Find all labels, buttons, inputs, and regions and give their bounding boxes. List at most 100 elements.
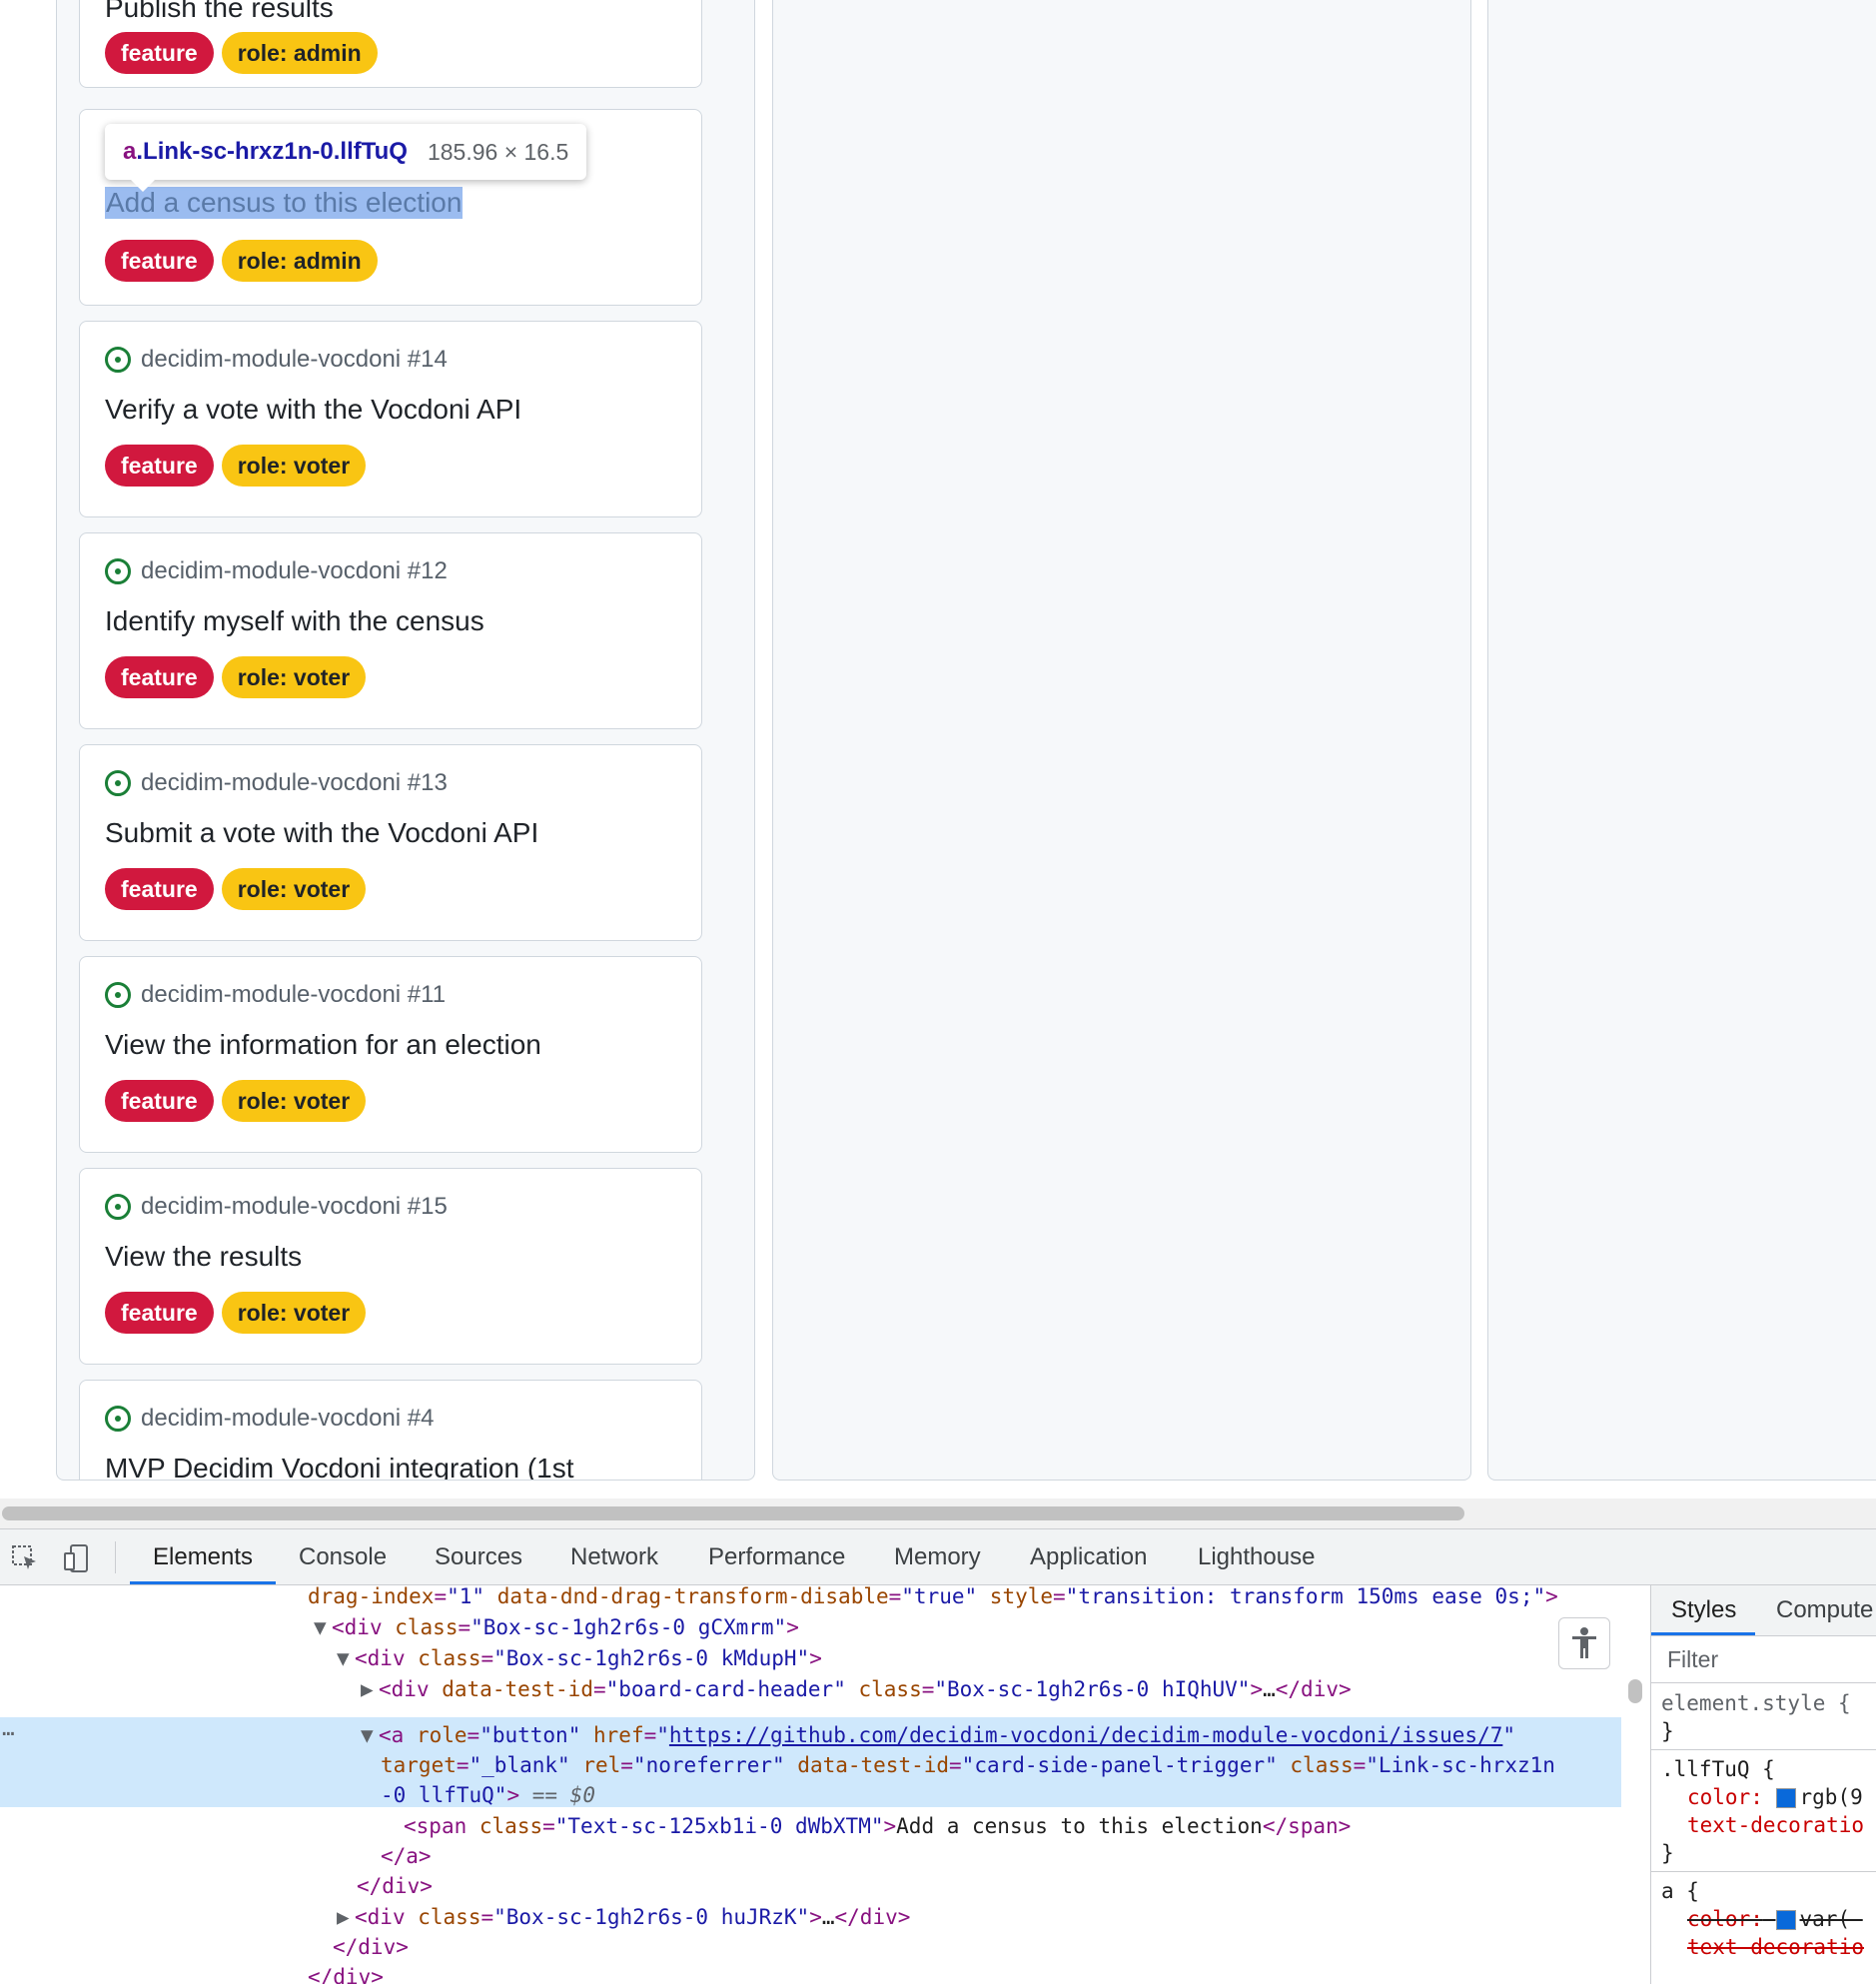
issue-opened-icon — [105, 1194, 131, 1220]
card-header: decidim-module-vocdoni #4 — [105, 1405, 434, 1433]
label-role[interactable]: role: voter — [221, 656, 367, 698]
dom-line[interactable]: ▶ <div data-test-id="board-card-header" c… — [361, 1674, 1352, 1704]
issue-card[interactable]: decidim-module-vocdoni #13 Submit a vote… — [79, 744, 702, 941]
tab-console[interactable]: Console — [299, 1529, 387, 1584]
styles-filter-input[interactable]: Filter — [1651, 1635, 1876, 1683]
style-declaration[interactable]: text-decoratio — [1687, 1811, 1864, 1839]
rule-selector[interactable]: .llfTuQ { — [1661, 1755, 1775, 1783]
issue-opened-icon — [105, 770, 131, 796]
card-labels: feature role: admin — [105, 32, 378, 74]
dom-line-selected[interactable]: target="_blank" rel="noreferrer" data-te… — [381, 1750, 1555, 1780]
label-feature[interactable]: feature — [105, 656, 214, 698]
label-feature[interactable]: feature — [105, 1292, 214, 1334]
label-feature[interactable]: feature — [105, 1080, 214, 1122]
rule-divider — [1651, 1749, 1876, 1750]
board-column — [772, 0, 1471, 1481]
tab-lighthouse[interactable]: Lighthouse — [1198, 1529, 1315, 1584]
tab-styles[interactable]: Styles — [1671, 1585, 1736, 1635]
elements-tree: ⋯ drag-index="1" data-dnd-drag-transform… — [0, 1585, 1621, 1984]
dom-line[interactable]: ▼ <div class="Box-sc-1gh2r6s-0 kMdupH"> — [337, 1643, 822, 1673]
label-role[interactable]: role: voter — [221, 1080, 367, 1122]
card-title[interactable]: Identify myself with the census — [105, 605, 484, 637]
card-repo: decidim-module-vocdoni #11 — [141, 981, 447, 1008]
rule-close: } — [1661, 1841, 1674, 1865]
label-role[interactable]: role: voter — [221, 868, 367, 910]
dom-line-selected[interactable]: -0 llfTuQ"> == $0 — [381, 1780, 595, 1810]
issue-card[interactable]: decidim-module-vocdoni #14 Verify a vote… — [79, 321, 702, 517]
devtools-tabbar: Elements Console Sources Network Perform… — [0, 1529, 1876, 1585]
card-repo: decidim-module-vocdoni #13 — [141, 769, 448, 796]
rule-selector[interactable]: a { — [1661, 1877, 1699, 1905]
card-repo: decidim-module-vocdoni #4 — [141, 1405, 435, 1432]
accessibility-icon — [1572, 1627, 1596, 1658]
element-style-rule[interactable]: element.style { — [1661, 1689, 1851, 1717]
dom-line[interactable]: </div> — [357, 1871, 433, 1901]
label-feature[interactable]: feature — [105, 868, 214, 910]
issue-card[interactable]: decidim-module-vocdoni #11 View the info… — [79, 956, 702, 1153]
issue-card[interactable]: decidim-module-vocdoni #4 MVP Decidim Vo… — [79, 1380, 702, 1480]
dom-line[interactable]: ▶ <div class="Box-sc-1gh2r6s-0 huJRzK">…<… — [337, 1902, 910, 1932]
dom-line[interactable]: drag-index="1" data-dnd-drag-transform-d… — [308, 1585, 1558, 1611]
tab-elements[interactable]: Elements — [153, 1529, 253, 1584]
card-title[interactable]: Publish the results — [105, 0, 334, 24]
card-title[interactable]: MVP Decidim Vocdoni integration (1st — [105, 1453, 574, 1480]
tab-application[interactable]: Application — [1030, 1529, 1147, 1584]
horizontal-scrollbar[interactable] — [2, 1506, 1464, 1520]
rule-close: } — [1661, 1719, 1674, 1743]
style-declaration-overridden[interactable]: color: var(- — [1687, 1905, 1863, 1933]
styles-pane: Styles Compute Filter element.style { } … — [1650, 1585, 1876, 1984]
card-title-link[interactable]: Add a census to this election — [105, 187, 464, 219]
dom-line-selected[interactable]: ▼ <a role="button" href="https://github.c… — [361, 1720, 1515, 1750]
board-column — [1487, 0, 1876, 1481]
issue-opened-icon — [105, 982, 131, 1008]
card-labels: feature role: voter — [105, 656, 367, 698]
label-role[interactable]: role: admin — [221, 32, 378, 74]
tab-performance[interactable]: Performance — [708, 1529, 845, 1584]
card-repo: decidim-module-vocdoni #14 — [141, 346, 448, 373]
label-feature[interactable]: feature — [105, 240, 214, 282]
label-role[interactable]: role: voter — [221, 1292, 367, 1334]
dom-line[interactable]: <span class="Text-sc-125xb1i-0 dWbXTM">A… — [404, 1811, 1351, 1841]
dom-line[interactable]: </a> — [381, 1841, 432, 1871]
label-feature[interactable]: feature — [105, 445, 214, 487]
color-swatch[interactable] — [1775, 1788, 1796, 1808]
tab-sources[interactable]: Sources — [435, 1529, 522, 1584]
board-column: Publish the results feature role: admin … — [56, 0, 755, 1481]
card-header: decidim-module-vocdoni #11 — [105, 981, 446, 1009]
node-more-icon[interactable]: ⋯ — [2, 1721, 15, 1745]
href-link[interactable]: https://github.com/decidim-vocdoni/decid… — [669, 1723, 1502, 1747]
label-feature[interactable]: feature — [105, 32, 214, 74]
issue-card[interactable]: decidim-module-vocdoni #12 Identify myse… — [79, 532, 702, 729]
card-title[interactable]: View the results — [105, 1241, 302, 1273]
device-toolbar-icon[interactable] — [62, 1543, 92, 1573]
style-declaration[interactable]: color: rgb(9 — [1687, 1783, 1863, 1811]
style-declaration-overridden[interactable]: text-decoratio — [1687, 1933, 1864, 1961]
card-title[interactable]: Verify a vote with the Vocdoni API — [105, 394, 521, 426]
issue-card[interactable]: Publish the results feature role: admin — [79, 0, 702, 88]
issue-opened-icon — [105, 347, 131, 373]
card-title[interactable]: View the information for an election — [105, 1029, 541, 1061]
card-repo: decidim-module-vocdoni #12 — [141, 557, 448, 584]
inspect-element-icon[interactable] — [10, 1543, 40, 1573]
dom-line[interactable]: ▼ <div class="Box-sc-1gh2r6s-0 gCXmrm"> — [314, 1612, 799, 1642]
tab-network[interactable]: Network — [570, 1529, 658, 1584]
dom-line[interactable]: </div> — [308, 1962, 384, 1984]
accessibility-tree-button[interactable] — [1558, 1617, 1610, 1669]
label-role[interactable]: role: admin — [221, 240, 378, 282]
card-labels: feature role: voter — [105, 1080, 367, 1122]
card-title[interactable]: Submit a vote with the Vocdoni API — [105, 817, 538, 849]
tab-memory[interactable]: Memory — [894, 1529, 981, 1584]
app-window: Publish the results feature role: admin … — [0, 0, 1876, 1984]
elements-scrollbar[interactable] — [1628, 1679, 1642, 1703]
card-labels: feature role: admin — [105, 240, 378, 282]
issue-opened-icon — [105, 1406, 131, 1432]
dom-line[interactable]: </div> — [333, 1932, 409, 1962]
card-labels: feature role: voter — [105, 1292, 367, 1334]
inspect-element-svg — [12, 1545, 36, 1569]
issue-card[interactable]: decidim-module-vocdoni #15 View the resu… — [79, 1168, 702, 1365]
label-role[interactable]: role: voter — [221, 445, 367, 487]
inspect-tooltip: a.Link-sc-hrxz1n-0.llfTuQ 185.96 × 16.5 — [105, 124, 587, 192]
tooltip-selector: a.Link-sc-hrxz1n-0.llfTuQ — [123, 138, 408, 166]
tab-computed[interactable]: Compute — [1776, 1585, 1873, 1635]
color-swatch[interactable] — [1775, 1910, 1796, 1930]
